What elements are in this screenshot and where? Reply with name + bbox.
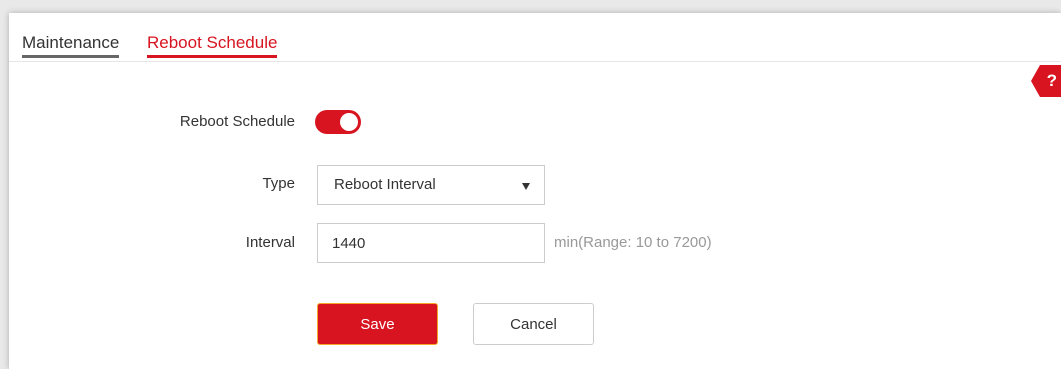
tab-maintenance[interactable]: Maintenance bbox=[22, 33, 120, 58]
interval-range-hint: min(Range: 10 to 7200) bbox=[554, 234, 712, 251]
type-select[interactable]: Reboot Interval bbox=[317, 165, 545, 205]
cancel-button[interactable]: Cancel bbox=[473, 303, 594, 345]
type-select-value: Reboot Interval bbox=[334, 176, 436, 193]
type-label: Type bbox=[262, 175, 295, 192]
interval-label: Interval bbox=[245, 234, 295, 251]
tab-reboot-schedule[interactable]: Reboot Schedule bbox=[147, 33, 278, 58]
interval-input[interactable] bbox=[317, 223, 545, 263]
save-button[interactable]: Save bbox=[317, 303, 438, 345]
page-background: Maintenance Reboot Schedule ? Reboot Sch… bbox=[0, 0, 1061, 369]
toggle-knob bbox=[340, 113, 358, 131]
reboot-schedule-label: Reboot Schedule bbox=[179, 113, 295, 130]
tab-bar: Maintenance Reboot Schedule bbox=[9, 13, 1061, 62]
caret-down-icon bbox=[522, 183, 530, 190]
reboot-schedule-toggle[interactable] bbox=[315, 110, 361, 134]
help-icon[interactable]: ? bbox=[1031, 65, 1061, 97]
content-panel: Maintenance Reboot Schedule ? Reboot Sch… bbox=[9, 13, 1061, 369]
